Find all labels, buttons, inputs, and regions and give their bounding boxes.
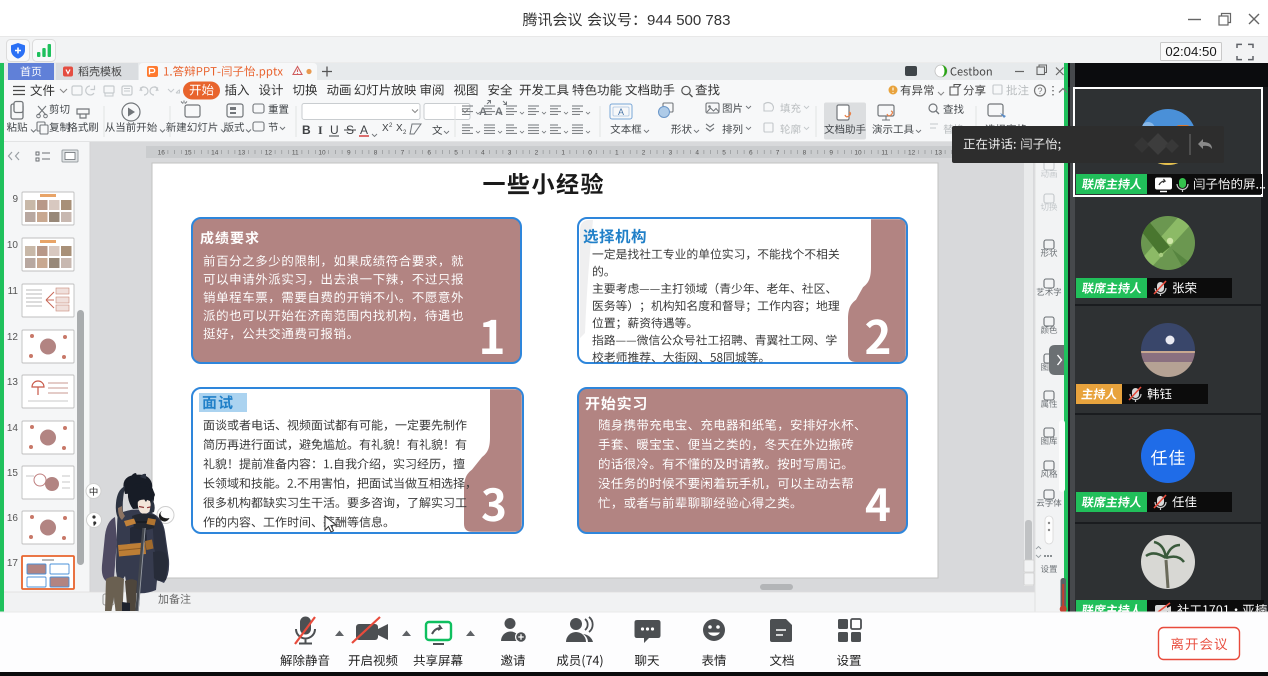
- svg-text:11: 11: [8, 286, 19, 297]
- svg-text:6: 6: [427, 150, 431, 157]
- svg-text:U: U: [330, 123, 339, 137]
- svg-text:9: 9: [829, 150, 833, 157]
- svg-text:5: 5: [454, 150, 458, 157]
- svg-text:?: ?: [1037, 86, 1042, 96]
- svg-text:4: 4: [695, 150, 699, 157]
- svg-text:2: 2: [642, 150, 646, 157]
- svg-text:13: 13: [238, 150, 246, 157]
- svg-text:14: 14: [7, 423, 19, 434]
- svg-text:9: 9: [347, 150, 351, 157]
- svg-text:12: 12: [265, 150, 273, 157]
- svg-text:A: A: [360, 123, 368, 137]
- svg-text:4: 4: [481, 150, 485, 157]
- svg-text:3: 3: [508, 150, 512, 157]
- svg-text:14: 14: [211, 150, 219, 157]
- svg-text:11: 11: [881, 150, 888, 157]
- svg-text:11: 11: [292, 150, 299, 157]
- svg-text:9: 9: [12, 194, 18, 205]
- svg-text:10: 10: [854, 150, 862, 157]
- svg-text:12: 12: [908, 150, 916, 157]
- svg-text:13: 13: [7, 377, 19, 388]
- svg-text:12: 12: [7, 332, 19, 343]
- svg-text:15: 15: [184, 150, 192, 157]
- svg-text:A: A: [618, 107, 624, 117]
- svg-text:X: X: [382, 123, 389, 134]
- svg-text:1: 1: [615, 150, 619, 157]
- svg-text:I: I: [318, 123, 323, 137]
- svg-text:944 500 783: 944 500 783: [647, 12, 730, 29]
- svg-text:2: 2: [535, 150, 539, 157]
- svg-text:3: 3: [669, 150, 673, 157]
- svg-text:7: 7: [401, 150, 405, 157]
- svg-text:X: X: [396, 123, 403, 134]
- svg-text:10: 10: [7, 240, 19, 251]
- svg-text:16: 16: [158, 150, 166, 157]
- svg-text:0: 0: [588, 150, 592, 157]
- svg-text:02:04:50: 02:04:50: [1165, 44, 1216, 59]
- svg-text:1: 1: [561, 150, 565, 157]
- svg-text:6: 6: [749, 150, 753, 157]
- svg-text:7: 7: [776, 150, 780, 157]
- svg-text:8: 8: [803, 150, 807, 157]
- svg-text:B: B: [302, 123, 311, 137]
- svg-text:10: 10: [318, 150, 326, 157]
- svg-text:17: 17: [7, 558, 19, 569]
- svg-text:13: 13: [935, 150, 943, 157]
- svg-text:16: 16: [7, 513, 19, 524]
- svg-text:5: 5: [722, 150, 726, 157]
- svg-text:15: 15: [7, 468, 19, 479]
- svg-text:8: 8: [374, 150, 378, 157]
